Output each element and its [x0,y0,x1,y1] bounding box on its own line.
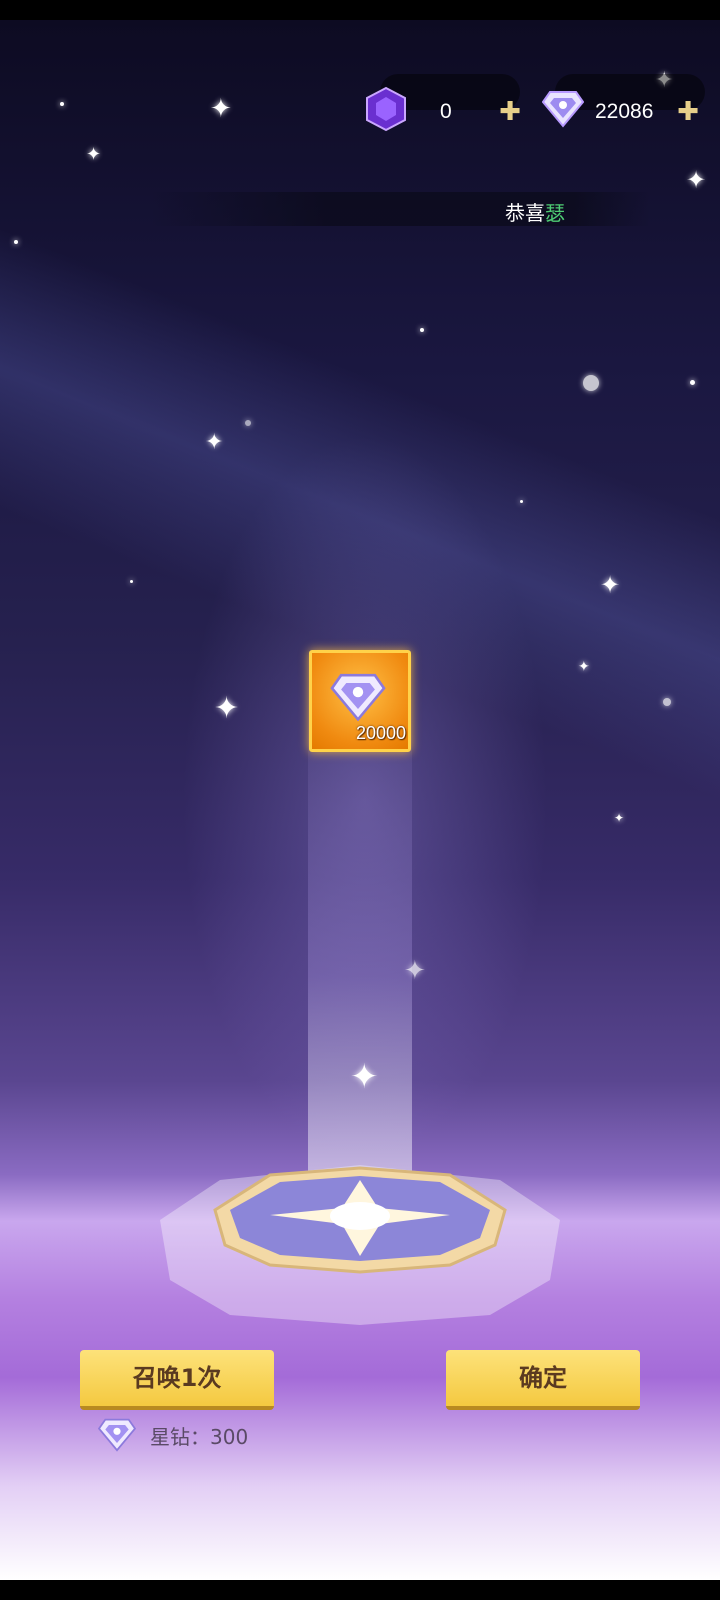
summon-cost-label: 星钻：300 [150,1425,249,1449]
sparkle-icon: ✦ [686,166,707,194]
sparkle-icon: ✦ [350,1057,379,1097]
star-dot [690,380,695,385]
sparkle-icon: ✦ [210,94,232,124]
star-dot [583,375,599,391]
star-dot [420,328,424,332]
star-dot [60,102,64,106]
sparkle-icon: ✦ [578,659,590,675]
sparkle-icon: ✦ [600,571,621,599]
announcement-banner [150,192,650,226]
star-dot [663,698,671,706]
summon-scene: ✦ ✦ ✦ ✦ ✦ ✦ ✦ ✦ ✦ ✦ ✦ [0,20,720,1580]
star-dot [14,240,18,244]
star-dot [130,580,133,583]
star-dot [245,420,251,426]
purple-gem-value: 0 [440,100,452,123]
navigation-bar [0,1580,720,1600]
announcement-text: 恭喜瑟 [505,197,565,226]
sparkle-icon: ✦ [86,144,102,165]
purple-gem-icon [366,86,406,132]
sparkle-icon: ✦ [404,956,426,986]
summon-once-button[interactable]: 召唤1次 [80,1350,274,1410]
announcement-prefix: 恭喜 [505,201,545,225]
sparkle-icon: ✦ [205,430,224,455]
status-bar [0,0,720,20]
add-purple-gem-button[interactable]: ✚ [496,98,524,126]
add-star-diamond-button[interactable]: ✚ [674,98,702,126]
reward-count: 20000 [355,723,406,743]
diamond-icon [542,91,584,128]
announcement-player-name: 瑟 [545,201,565,225]
star-diamond-value: 22086 [595,100,654,123]
star-dot [520,500,523,503]
sparkle-icon: ✦ [614,811,625,825]
confirm-button[interactable]: 确定 [446,1350,640,1410]
diamond-icon [98,1418,136,1452]
sparkle-icon: ✦ [214,691,240,726]
diamond-icon [330,673,386,722]
summon-pedestal [160,1165,560,1325]
